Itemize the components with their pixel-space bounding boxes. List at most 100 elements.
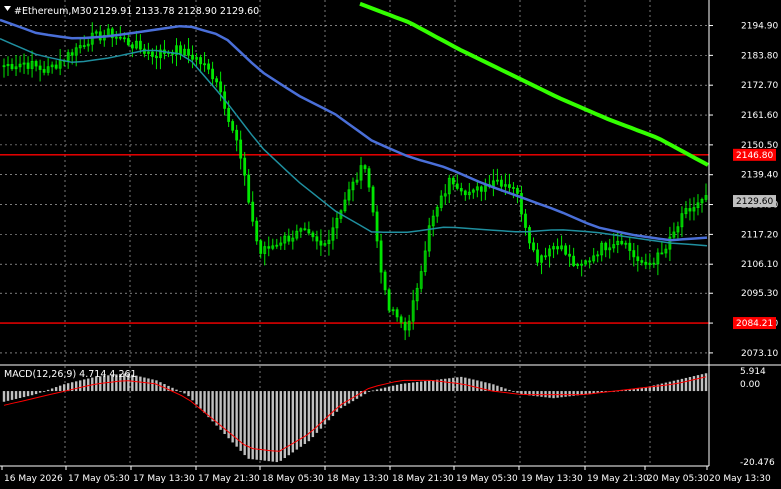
macd-bar — [10, 391, 14, 400]
price-tick-label: 2161.60 — [741, 111, 778, 121]
candle-body — [652, 262, 656, 265]
candle-body — [395, 309, 399, 318]
candle-body — [371, 186, 375, 213]
macd-scale-top: 5.914 — [740, 367, 766, 377]
price-chart[interactable]: #Ethereum,M30 2129.91 2133.78 2128.90 21… — [0, 0, 781, 489]
macd-bar — [183, 391, 186, 394]
candle-body — [219, 81, 223, 93]
macd-bar — [347, 391, 351, 404]
candle-body — [307, 229, 311, 234]
macd-bar — [139, 376, 142, 392]
macd-scale-bottom: -20.476 — [740, 458, 775, 468]
macd-bar — [680, 378, 684, 392]
price-tick-label: 2095.30 — [741, 289, 778, 299]
macd-bar — [676, 379, 680, 392]
macd-bar — [62, 384, 66, 392]
macd-bar — [472, 379, 475, 392]
candle-body — [319, 240, 323, 246]
candle-body — [536, 249, 539, 263]
macd-bar — [2, 391, 6, 402]
macd-bar — [684, 377, 688, 392]
macd-bar — [79, 380, 82, 392]
candle-body — [239, 139, 243, 159]
time-label: 20 May 05:30 — [647, 474, 709, 484]
candle-body — [379, 240, 383, 273]
macd-bar — [379, 388, 383, 392]
candle-body — [524, 213, 527, 228]
macd-bar — [6, 391, 10, 401]
macd-bar — [371, 390, 375, 392]
macd-bar — [207, 391, 210, 418]
candle-body — [620, 240, 624, 245]
macd-bar — [387, 386, 391, 392]
macd-bar — [215, 391, 218, 426]
macd-bar — [87, 378, 90, 392]
macd-bar — [476, 380, 479, 392]
macd-bar — [399, 383, 403, 392]
macd-bar — [500, 387, 503, 392]
candle-body — [191, 54, 194, 60]
time-label: 20 May 13:30 — [709, 474, 771, 484]
candle-body — [632, 250, 636, 258]
macd-bar — [187, 391, 190, 397]
candle-body — [122, 37, 126, 40]
macd-bar — [54, 387, 58, 392]
macd-bar — [18, 391, 22, 399]
macd-bar — [351, 391, 355, 402]
candle-body — [126, 38, 130, 46]
macd-bar — [395, 384, 399, 392]
candle-body — [203, 63, 206, 66]
price-tick-label: 2194.90 — [741, 22, 778, 32]
candle-body — [38, 65, 42, 70]
candle-body — [82, 45, 86, 47]
candle-body — [227, 107, 231, 122]
candle-body — [267, 246, 271, 249]
macd-bar — [247, 391, 250, 459]
macd-bar — [38, 391, 42, 393]
macd-bar — [26, 391, 30, 397]
candle-body — [516, 187, 519, 194]
macd-bar — [83, 379, 86, 392]
candle-body — [155, 56, 158, 59]
candle-body — [130, 44, 134, 49]
macd-bar — [199, 391, 202, 409]
macd-bar — [572, 391, 575, 396]
candle-body — [207, 63, 210, 70]
candle-body — [10, 64, 14, 70]
price-tick-label: 2106.10 — [741, 260, 778, 270]
candle-body — [604, 242, 608, 251]
candle-body — [375, 211, 379, 242]
candle-body — [508, 184, 511, 188]
price-tick-label: 2172.70 — [741, 81, 778, 91]
candle-body — [383, 271, 387, 291]
macd-bar — [512, 391, 515, 392]
macd-bar — [492, 384, 495, 392]
level-tag-label: 2146.80 — [736, 151, 773, 161]
macd-bar — [75, 381, 78, 392]
candle-body — [399, 316, 403, 323]
candle-body — [564, 245, 567, 255]
macd-bar — [143, 377, 146, 392]
macd-label: MACD(12,26,9) 4.714 4.261 — [4, 369, 137, 380]
macd-bar — [692, 376, 696, 392]
candle-body — [640, 260, 644, 263]
candle-body — [287, 235, 291, 242]
macd-bar — [668, 381, 672, 392]
macd-bar — [383, 387, 387, 392]
candle-body — [572, 255, 576, 267]
candle-body — [251, 201, 255, 222]
candle-body — [231, 121, 235, 131]
current-price-label: 2129.60 — [736, 197, 773, 207]
macd-bar — [428, 380, 431, 392]
time-label: 16 May 2026 — [4, 474, 63, 484]
macd-bar — [532, 391, 535, 396]
macd-bar — [22, 391, 26, 398]
macd-bar — [664, 382, 668, 392]
candle-body — [628, 242, 632, 251]
macd-bar — [480, 381, 483, 392]
chart-background — [0, 0, 781, 489]
time-label: 17 May 05:30 — [68, 474, 130, 484]
macd-bar — [444, 378, 447, 392]
candle-body — [455, 183, 459, 189]
candle-body — [636, 256, 640, 262]
